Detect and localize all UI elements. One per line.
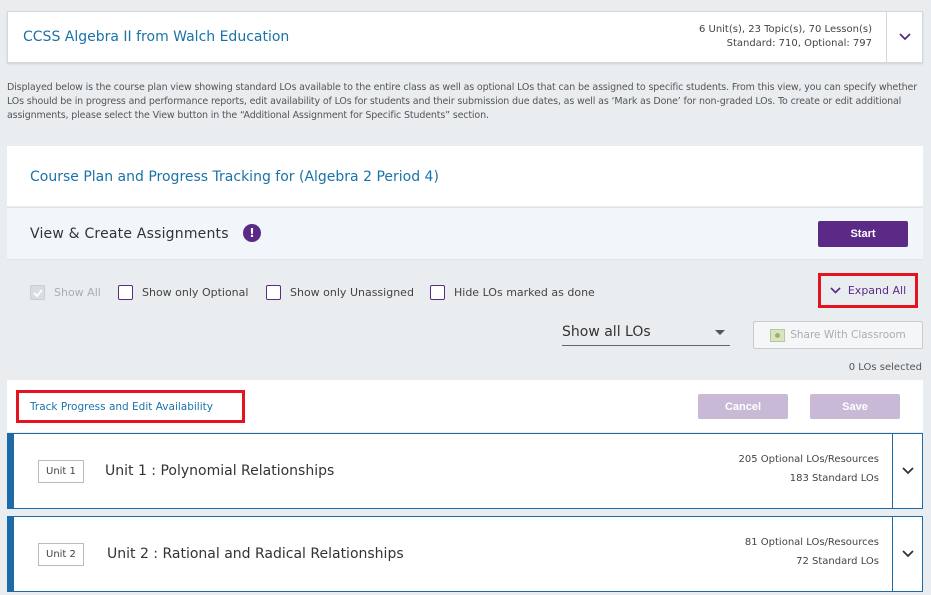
unit-card[interactable]: Unit 1 Unit 1 : Polynomial Relationships… xyxy=(7,433,923,509)
google-classroom-icon xyxy=(770,328,786,342)
assignments-title: View & Create Assignments xyxy=(30,226,229,242)
filter-show-only-unassigned[interactable]: Show only Unassigned xyxy=(266,285,414,300)
chevron-down-icon xyxy=(830,287,841,294)
filter-show-only-unassigned-label: Show only Unassigned xyxy=(290,286,414,299)
info-icon[interactable]: ! xyxy=(243,224,261,242)
cancel-button[interactable]: Cancel xyxy=(698,394,788,419)
filter-hide-done[interactable]: Hide LOs marked as done xyxy=(430,285,595,300)
unit-expand-toggle[interactable] xyxy=(892,434,922,508)
track-progress-panel: Track Progress and Edit Availability Can… xyxy=(7,380,923,432)
filter-show-all[interactable]: Show All xyxy=(30,285,101,300)
share-with-classroom-label: Share With Classroom xyxy=(790,329,906,341)
expand-all-label: Expand All xyxy=(847,284,907,297)
chevron-down-icon xyxy=(901,550,914,558)
unit-optional-count: 81 Optional LOs/Resources xyxy=(744,537,879,548)
caret-down-icon xyxy=(715,330,725,335)
filter-show-only-optional[interactable]: Show only Optional xyxy=(118,285,248,300)
chevron-down-icon xyxy=(901,467,914,475)
filter-show-only-optional-label: Show only Optional xyxy=(142,286,249,299)
course-plan-description: Displayed below is the course plan view … xyxy=(7,82,918,121)
checkbox-icon xyxy=(430,285,445,300)
chevron-down-icon xyxy=(898,33,911,41)
unit-card[interactable]: Unit 2 Unit 2 : Rational and Radical Rel… xyxy=(7,516,923,592)
lo-filter-select[interactable]: Show all LOs xyxy=(562,321,730,346)
start-button[interactable]: Start xyxy=(818,221,908,247)
unit-badge: Unit 2 xyxy=(38,543,84,566)
unit-badge: Unit 1 xyxy=(38,460,84,483)
course-expand-toggle[interactable] xyxy=(886,12,922,62)
share-with-classroom-button[interactable]: Share With Classroom xyxy=(753,321,923,349)
assignments-bar: View & Create Assignments ! Start xyxy=(7,207,923,260)
course-title: CCSS Algebra II from Walch Education xyxy=(23,29,290,45)
expand-all-button[interactable]: Expand All xyxy=(818,273,918,308)
lo-filter-value: Show all LOs xyxy=(562,324,651,340)
unit-optional-count: 205 Optional LOs/Resources xyxy=(738,454,879,465)
course-summary-standard-optional: Standard: 710, Optional: 797 xyxy=(726,38,872,49)
course-header-card: CCSS Algebra II from Walch Education 6 U… xyxy=(7,11,923,63)
unit-name: Unit 1 : Polynomial Relationships xyxy=(105,463,335,479)
unit-expand-toggle[interactable] xyxy=(892,517,922,591)
filter-hide-done-label: Hide LOs marked as done xyxy=(454,286,595,299)
save-button[interactable]: Save xyxy=(810,394,900,419)
unit-name: Unit 2 : Rational and Radical Relationsh… xyxy=(107,546,404,562)
unit-lo-counts: 205 Optional LOs/Resources 183 Standard … xyxy=(739,450,879,488)
checkbox-checked-icon xyxy=(30,285,45,300)
unit-standard-count: 72 Standard LOs xyxy=(796,556,879,567)
track-progress-link[interactable]: Track Progress and Edit Availability xyxy=(16,390,245,423)
checkbox-icon xyxy=(266,285,281,300)
course-summary: 6 Unit(s), 23 Topic(s), 70 Lesson(s) Sta… xyxy=(699,23,872,51)
unit-standard-count: 183 Standard LOs xyxy=(789,473,879,484)
unit-lo-counts: 81 Optional LOs/Resources 72 Standard LO… xyxy=(745,533,879,571)
course-plan-title: Course Plan and Progress Tracking for (A… xyxy=(30,169,439,185)
checkbox-icon xyxy=(118,285,133,300)
course-summary-counts: 6 Unit(s), 23 Topic(s), 70 Lesson(s) xyxy=(698,24,872,35)
los-selected-count: 0 LOs selected xyxy=(848,362,922,373)
filter-show-all-label: Show All xyxy=(54,286,101,299)
course-plan-header: Course Plan and Progress Tracking for (A… xyxy=(7,146,923,206)
